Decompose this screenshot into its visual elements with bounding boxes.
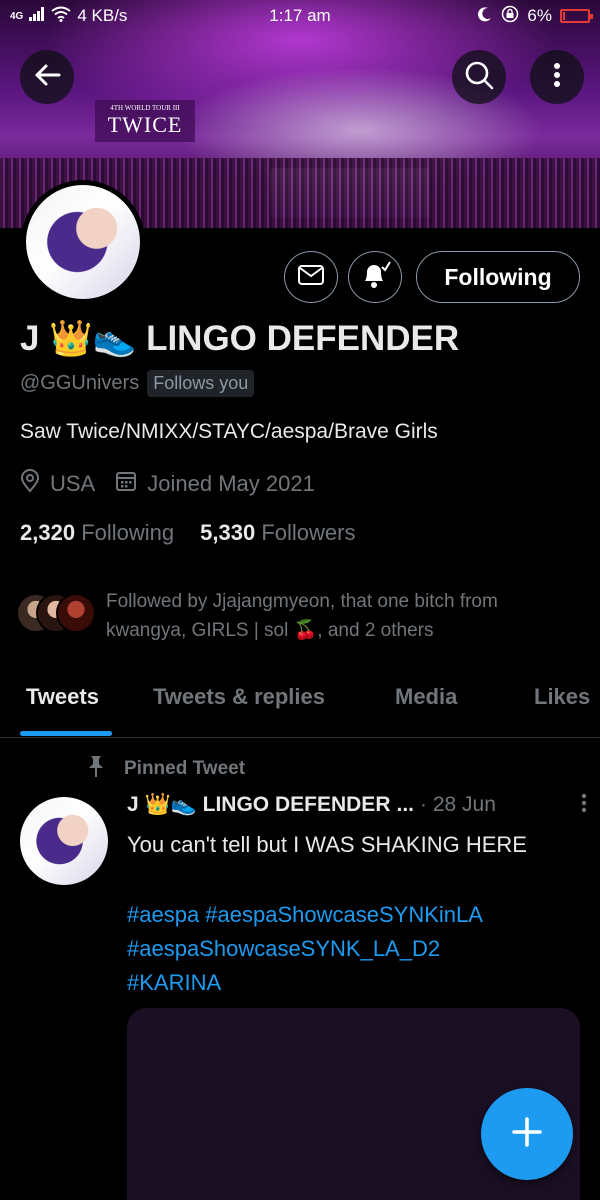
- handle-row: @GGUnivers Follows you: [20, 370, 255, 397]
- profile-tabs: Tweets Tweets & replies Media Likes: [0, 670, 600, 738]
- hashtag-line[interactable]: #KARINA: [127, 966, 483, 1000]
- tweet-author-name[interactable]: J 👑👟 LINGO DEFENDER: [127, 793, 390, 817]
- tweet-header: J 👑👟 LINGO DEFENDER ... · 28 Jun: [127, 793, 587, 817]
- banner-stage-screen: 4TH WORLD TOUR III TWICE: [95, 100, 195, 142]
- tweet-date[interactable]: · 28 Jun: [420, 793, 496, 817]
- location-icon: [20, 469, 40, 499]
- hashtag-line[interactable]: #aespa #aespaShowcaseSYNKinLA: [127, 898, 483, 932]
- location-text: USA: [50, 471, 96, 496]
- signal-icon: [29, 6, 45, 26]
- clock: 1:17 am: [269, 6, 331, 25]
- pinned-label-row: Pinned Tweet: [86, 754, 245, 784]
- network-label: 4G: [10, 10, 24, 22]
- tweet-more-button[interactable]: [581, 793, 587, 817]
- more-options-button[interactable]: [530, 50, 584, 104]
- network-speed: 4 KB/s: [77, 6, 128, 25]
- profile-avatar[interactable]: [21, 180, 145, 304]
- followed-by-text: Followed by Jjajangmyeon, that one bitch…: [106, 591, 498, 641]
- wifi-icon: [51, 6, 71, 27]
- profile-bio: Saw Twice/NMIXX/STAYC/aespa/Brave Girls: [20, 420, 438, 443]
- following-button[interactable]: Following: [416, 251, 580, 303]
- tweet-more-icon: [581, 793, 587, 813]
- tab-media[interactable]: Media: [395, 684, 457, 710]
- tweet-avatar[interactable]: [20, 797, 108, 885]
- notifications-button[interactable]: [348, 251, 402, 303]
- user-handle: @GGUnivers: [20, 372, 140, 394]
- battery-percent: 6%: [527, 6, 552, 25]
- mutual-avatars: [16, 593, 96, 635]
- vertical-dots-icon: [553, 62, 561, 93]
- message-button[interactable]: [284, 251, 338, 303]
- bell-check-icon: [359, 260, 391, 295]
- envelope-icon: [297, 264, 325, 291]
- tab-likes[interactable]: Likes: [534, 684, 590, 710]
- active-tab-indicator: [20, 731, 112, 736]
- moon-icon: [477, 6, 493, 27]
- hashtag-line[interactable]: #aespaShowcaseSYNK_LA_D2: [127, 932, 483, 966]
- status-bar: 4G 4 KB/s 1:17 am 6%: [0, 0, 600, 32]
- pin-icon: [86, 754, 106, 784]
- back-arrow-icon: [33, 63, 61, 92]
- tweet-text: You can't tell but I WAS SHAKING HERE: [127, 832, 527, 857]
- pinned-label: Pinned Tweet: [124, 758, 246, 779]
- tweet-name-ellipsis: ...: [396, 793, 414, 816]
- search-button[interactable]: [452, 50, 506, 104]
- follows-you-badge: Follows you: [147, 370, 255, 397]
- joined-date: Joined May 2021: [147, 471, 315, 496]
- compose-tweet-button[interactable]: [481, 1088, 573, 1180]
- tweet-hashtags: #aespa #aespaShowcaseSYNKinLA #aespaShow…: [127, 898, 483, 1000]
- profile-meta: USA Joined May 2021: [20, 469, 335, 499]
- battery-icon: [560, 9, 593, 23]
- plus-icon: [510, 1115, 544, 1154]
- following-count-link[interactable]: 2,320 Following: [20, 520, 174, 546]
- tab-tweets[interactable]: Tweets: [26, 684, 99, 710]
- followed-by-row[interactable]: Followed by Jjajangmyeon, that one bitch…: [16, 587, 576, 645]
- tab-tweets-replies[interactable]: Tweets & replies: [153, 684, 325, 710]
- display-name: J 👑👟 LINGO DEFENDER: [20, 319, 460, 358]
- follow-counts: 2,320 Following 5,330 Followers: [20, 520, 355, 546]
- lock-rotation-icon: [501, 5, 519, 28]
- followers-count-link[interactable]: 5,330 Followers: [200, 520, 355, 546]
- calendar-icon: [115, 470, 137, 498]
- back-button[interactable]: [20, 50, 74, 104]
- search-icon: [464, 60, 494, 95]
